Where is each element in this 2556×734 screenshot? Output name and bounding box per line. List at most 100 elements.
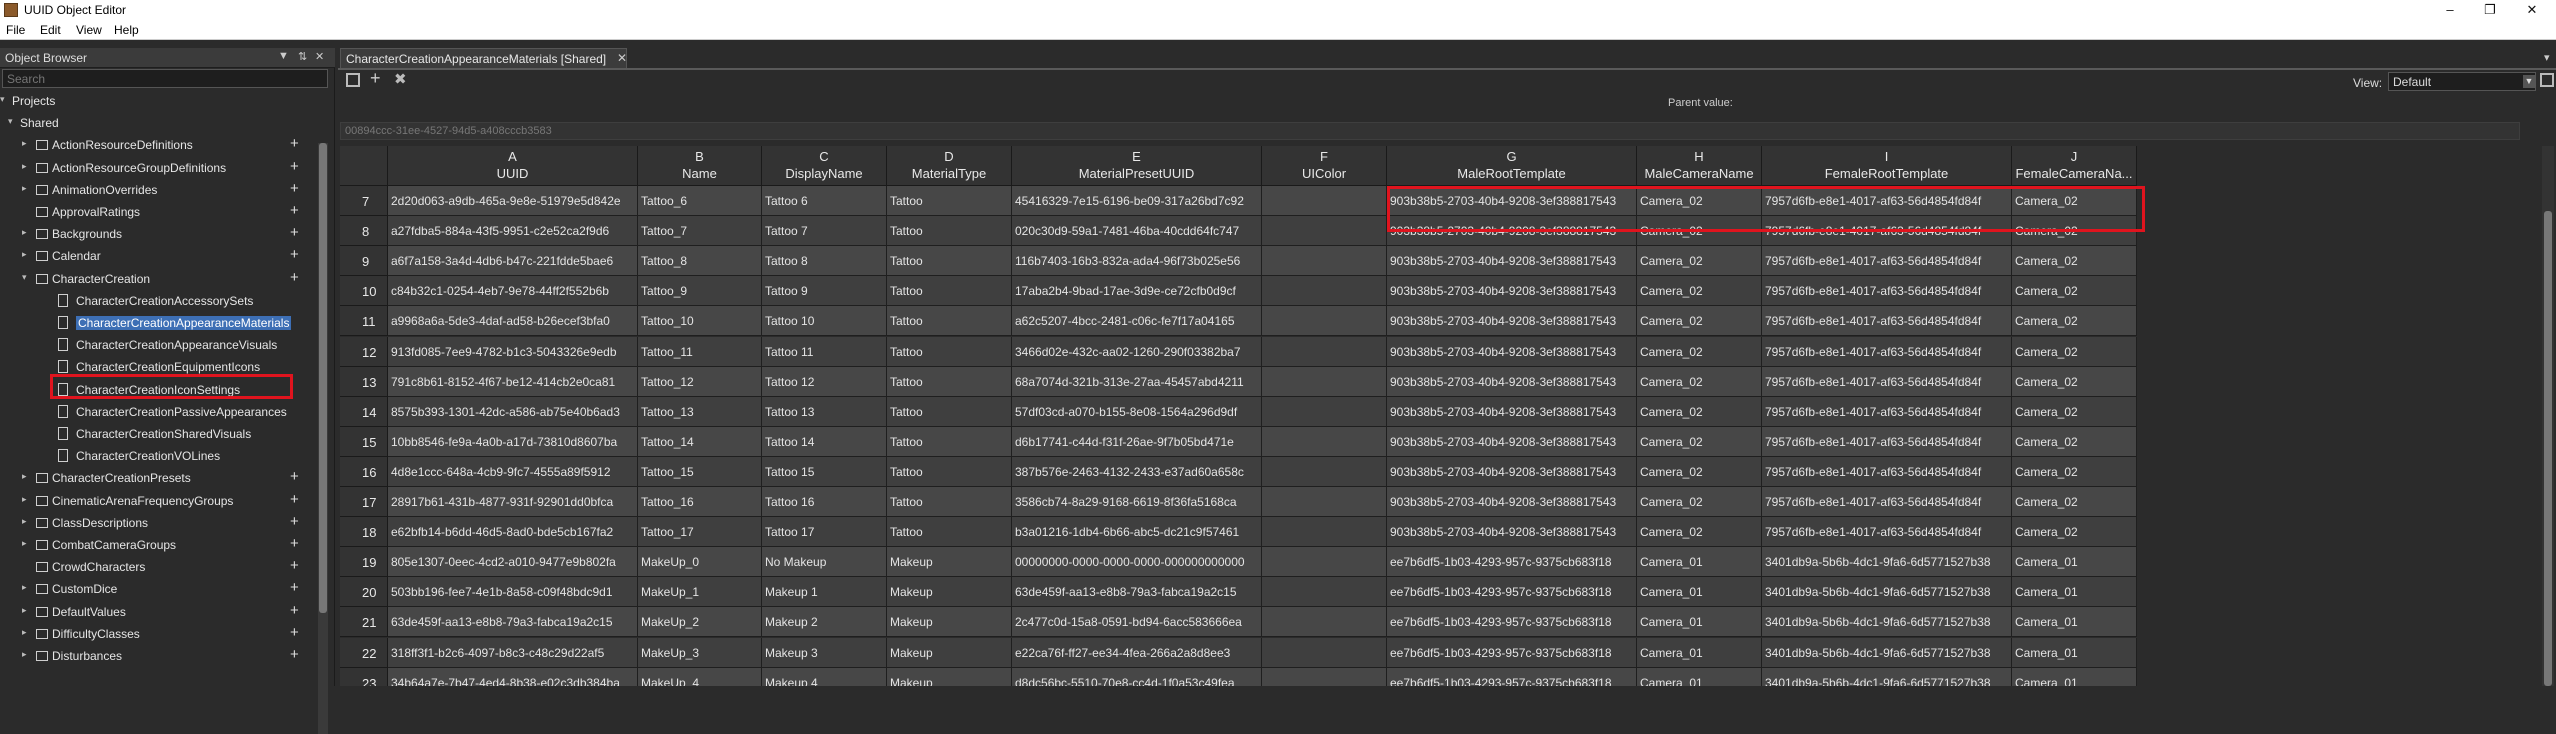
row-number[interactable]: 13 — [340, 366, 388, 397]
table-cell[interactable]: Camera_02 — [2012, 487, 2137, 517]
tree-item[interactable]: ▸ DifficultyClasses + — [0, 624, 318, 645]
collapsed-arrow-icon[interactable]: ▸ — [22, 605, 27, 616]
menu-file[interactable]: File — [6, 23, 25, 37]
table-cell[interactable]: 7957d6fb-e8e1-4017-af63-56d4854fd84f — [1762, 216, 2012, 247]
add-icon[interactable]: + — [290, 491, 299, 508]
table-cell[interactable]: MakeUp_3 — [638, 637, 762, 668]
table-cell[interactable]: Camera_01 — [1637, 667, 1762, 686]
table-cell[interactable]: 903b38b5-2703-40b4-9208-3ef388817543 — [1387, 487, 1637, 517]
table-cell[interactable] — [1262, 306, 1387, 337]
table-cell[interactable]: 903b38b5-2703-40b4-9208-3ef388817543 — [1387, 336, 1637, 367]
tree-item[interactable]: ▾ Projects — [0, 91, 318, 112]
table-cell[interactable] — [1262, 186, 1387, 216]
tree-item[interactable]: CharacterCreationAppearanceMaterials — [0, 313, 318, 334]
tree-item[interactable]: CharacterCreationPassiveAppearances — [0, 402, 318, 423]
table-cell[interactable] — [1262, 637, 1387, 668]
table-cell[interactable]: 7957d6fb-e8e1-4017-af63-56d4854fd84f — [1762, 487, 2012, 517]
tree-item[interactable]: ▸ CharacterCreationPresets + — [0, 468, 318, 489]
collapsed-arrow-icon[interactable]: ▸ — [22, 227, 27, 238]
table-cell[interactable]: Camera_02 — [2012, 186, 2137, 216]
table-cell[interactable]: 7957d6fb-e8e1-4017-af63-56d4854fd84f — [1762, 426, 2012, 457]
expanded-arrow-icon[interactable]: ▾ — [8, 116, 13, 127]
table-cell[interactable]: 7957d6fb-e8e1-4017-af63-56d4854fd84f — [1762, 306, 2012, 337]
table-cell[interactable]: Camera_01 — [2012, 577, 2137, 608]
table-cell[interactable]: Camera_02 — [1637, 396, 1762, 427]
table-cell[interactable]: Tattoo — [887, 246, 1012, 277]
table-cell[interactable]: Makeup — [887, 577, 1012, 608]
table-cell[interactable]: 57df03cd-a070-b155-8e08-1564a296d9df — [1012, 396, 1262, 427]
table-cell[interactable]: Makeup — [887, 637, 1012, 668]
save-icon[interactable] — [346, 73, 360, 87]
view-select[interactable]: Default ▼ — [2388, 72, 2536, 91]
close-panel-icon[interactable]: ✕ — [315, 50, 324, 63]
collapsed-arrow-icon[interactable]: ▸ — [22, 471, 27, 482]
table-cell[interactable]: Camera_02 — [1637, 456, 1762, 487]
collapsed-arrow-icon[interactable]: ▸ — [22, 183, 27, 194]
scrollbar-thumb[interactable] — [319, 143, 327, 613]
table-cell[interactable]: 3401db9a-5b6b-4dc1-9fa6-6d5771527b38 — [1762, 667, 2012, 686]
add-icon[interactable]: + — [370, 68, 381, 89]
table-cell[interactable]: 903b38b5-2703-40b4-9208-3ef388817543 — [1387, 216, 1637, 247]
table-cell[interactable]: Camera_02 — [2012, 396, 2137, 427]
table-cell[interactable]: 3401db9a-5b6b-4dc1-9fa6-6d5771527b38 — [1762, 547, 2012, 578]
tree-item[interactable]: ▾ CharacterCreation + — [0, 269, 318, 290]
tree-item[interactable]: ▾ Shared — [0, 113, 318, 134]
table-cell[interactable]: 63de459f-aa13-e8b8-79a3-fabca19a2c15 — [1012, 577, 1262, 608]
table-cell[interactable]: Tattoo_7 — [638, 216, 762, 247]
scrollbar-thumb[interactable] — [2544, 211, 2552, 686]
restore-button[interactable]: ❐ — [2480, 1, 2500, 19]
table-cell[interactable]: ee7b6df5-1b03-4293-957c-9375cb683f18 — [1387, 577, 1637, 608]
column-header[interactable]: C DisplayName — [762, 146, 887, 186]
tab-character-creation-appearance-materials[interactable]: CharacterCreationAppearanceMaterials [Sh… — [340, 48, 627, 68]
table-cell[interactable] — [1262, 246, 1387, 277]
row-number[interactable]: 16 — [340, 456, 388, 487]
tree-item[interactable]: ▸ CinematicArenaFrequencyGroups + — [0, 491, 318, 512]
table-cell[interactable]: 2d20d063-a9db-465a-9e8e-51979e5d842e — [388, 186, 638, 216]
close-window-button[interactable]: ✕ — [2522, 1, 2542, 19]
chevron-down-icon[interactable]: ▼ — [2523, 75, 2535, 88]
table-cell[interactable]: Tattoo 16 — [762, 487, 887, 517]
table-cell[interactable] — [1262, 667, 1387, 686]
row-number[interactable]: 23 — [340, 667, 388, 686]
table-cell[interactable] — [1262, 396, 1387, 427]
table-cell[interactable]: Camera_02 — [1637, 216, 1762, 247]
table-cell[interactable] — [1262, 577, 1387, 608]
collapsed-arrow-icon[interactable]: ▸ — [22, 249, 27, 260]
table-cell[interactable]: Tattoo_15 — [638, 456, 762, 487]
table-cell[interactable] — [1262, 216, 1387, 247]
table-cell[interactable]: Camera_02 — [1637, 186, 1762, 216]
table-cell[interactable]: Tattoo_10 — [638, 306, 762, 337]
table-cell[interactable]: Tattoo_12 — [638, 366, 762, 397]
table-cell[interactable]: Tattoo 9 — [762, 276, 887, 307]
table-cell[interactable]: Tattoo 14 — [762, 426, 887, 457]
add-icon[interactable]: + — [290, 135, 299, 152]
table-cell[interactable] — [1262, 276, 1387, 307]
tree-item[interactable]: ▸ ClassDescriptions + — [0, 513, 318, 534]
table-cell[interactable]: ee7b6df5-1b03-4293-957c-9375cb683f18 — [1387, 667, 1637, 686]
table-cell[interactable] — [1262, 366, 1387, 397]
table-cell[interactable]: Camera_01 — [2012, 637, 2137, 668]
table-cell[interactable]: 503bb196-fee7-4e1b-8a58-c09f48bdc9d1 — [388, 577, 638, 608]
table-cell[interactable]: Tattoo — [887, 366, 1012, 397]
close-tab-icon[interactable]: ✕ — [617, 51, 627, 65]
table-cell[interactable]: Camera_02 — [2012, 246, 2137, 277]
table-cell[interactable]: Makeup — [887, 667, 1012, 686]
dropdown-icon[interactable]: ▼ — [278, 50, 289, 62]
table-cell[interactable]: e22ca76f-ff27-ee34-4fea-266a2a8d8ee3 — [1012, 637, 1262, 668]
tree-item[interactable]: ▸ Backgrounds + — [0, 224, 318, 245]
table-cell[interactable]: 8575b393-1301-42dc-a586-ab75e40b6ad3 — [388, 396, 638, 427]
table-cell[interactable]: 17aba2b4-9bad-17ae-3d9e-ce72cfb0d9cf — [1012, 276, 1262, 307]
table-cell[interactable]: Tattoo_17 — [638, 517, 762, 548]
table-cell[interactable]: 903b38b5-2703-40b4-9208-3ef388817543 — [1387, 246, 1637, 277]
table-cell[interactable]: 7957d6fb-e8e1-4017-af63-56d4854fd84f — [1762, 396, 2012, 427]
table-cell[interactable]: Makeup 3 — [762, 637, 887, 668]
table-cell[interactable]: 387b576e-2463-4132-2433-e37ad60a658c — [1012, 456, 1262, 487]
add-icon[interactable]: + — [290, 535, 299, 552]
table-cell[interactable]: a62c5207-4bcc-2481-c06c-fe7f17a04165 — [1012, 306, 1262, 337]
column-header[interactable]: J FemaleCameraNa... — [2012, 146, 2137, 186]
table-cell[interactable] — [1262, 487, 1387, 517]
table-cell[interactable]: 7957d6fb-e8e1-4017-af63-56d4854fd84f — [1762, 336, 2012, 367]
table-cell[interactable]: 903b38b5-2703-40b4-9208-3ef388817543 — [1387, 396, 1637, 427]
table-cell[interactable]: 10bb8546-fe9a-4a0b-a17d-73810d8607ba — [388, 426, 638, 457]
table-cell[interactable]: 68a7074d-321b-313e-27aa-45457abd4211 — [1012, 366, 1262, 397]
